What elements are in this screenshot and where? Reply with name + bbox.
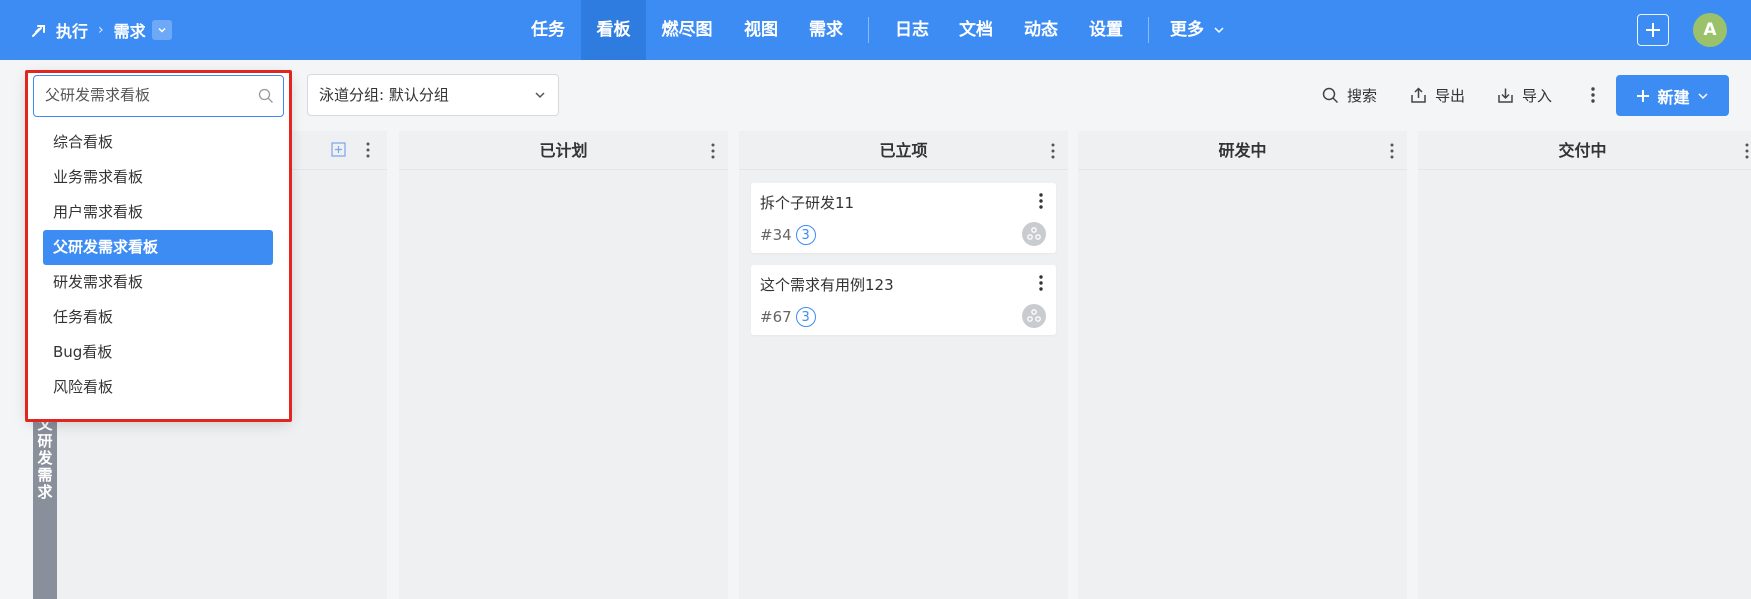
column-header: 研发中: [1078, 131, 1407, 170]
board-option[interactable]: 用户需求看板: [43, 195, 273, 230]
tab-more-label: 更多: [1170, 20, 1204, 40]
card-menu-icon[interactable]: [1038, 274, 1044, 292]
new-button[interactable]: 新建: [1616, 75, 1729, 116]
board-option[interactable]: Bug看板: [43, 335, 273, 370]
export-button[interactable]: 导出: [1410, 82, 1465, 108]
export-icon: [1411, 86, 1426, 103]
card-title[interactable]: 这个需求有用例123: [760, 274, 894, 295]
tab-view[interactable]: 视图: [734, 0, 788, 60]
card-menu-icon[interactable]: [1038, 192, 1044, 210]
export-label: 导出: [1435, 86, 1466, 105]
board-column: 研发中: [1078, 131, 1407, 599]
board-option[interactable]: 风险看板: [43, 370, 273, 405]
column-menu-icon[interactable]: [1050, 142, 1056, 160]
swimlane-label-text: 父研发需求: [37, 415, 53, 501]
search-button[interactable]: 搜索: [1322, 82, 1377, 108]
swimlane-group-value: 泳道分组: 默认分组: [319, 86, 449, 104]
card-count-badge: 3: [795, 225, 816, 245]
search-icon: [1322, 87, 1339, 103]
chevron-down-icon: [1697, 92, 1708, 99]
tab-settings[interactable]: 设置: [1079, 0, 1133, 60]
search-icon: [258, 88, 273, 103]
user-placeholder-icon: [1027, 227, 1041, 240]
tab-log[interactable]: 日志: [885, 0, 939, 60]
assignee-avatar[interactable]: [1022, 222, 1046, 246]
execution-icon: [32, 25, 45, 37]
import-icon: [1498, 88, 1513, 103]
import-label: 导入: [1522, 86, 1553, 105]
breadcrumb-separator-icon: ›: [98, 22, 104, 38]
user-placeholder-icon: [1027, 309, 1041, 322]
column-header: 已立项: [739, 131, 1068, 170]
card-id-text: #67: [760, 308, 792, 326]
board-option[interactable]: 业务需求看板: [43, 160, 273, 195]
column-menu-icon[interactable]: [1389, 142, 1395, 160]
story-card[interactable]: 这个需求有用例123 #67 3: [751, 265, 1056, 335]
chevron-down-icon: [158, 27, 166, 33]
board-option-selected[interactable]: 父研发需求看板: [43, 230, 273, 265]
board-column: 已计划: [399, 131, 728, 599]
breadcrumb-dropdown-button[interactable]: [151, 20, 172, 40]
breadcrumb-root[interactable]: 执行: [56, 18, 88, 42]
board-column: 交付中: [1418, 131, 1751, 599]
tab-kanban[interactable]: 看板: [581, 0, 646, 60]
swimlane-group-select[interactable]: 泳道分组: 默认分组: [307, 74, 559, 116]
card-title[interactable]: 拆个子研发11: [760, 192, 854, 213]
board-option[interactable]: 综合看板: [43, 125, 273, 160]
more-options-icon[interactable]: [1590, 86, 1596, 104]
story-card[interactable]: 拆个子研发11 #34 3: [751, 183, 1056, 253]
column-title: 研发中: [1218, 141, 1267, 160]
column-header: 已计划: [399, 131, 728, 170]
tab-more[interactable]: 更多: [1170, 0, 1236, 60]
avatar[interactable]: A: [1693, 13, 1727, 47]
expand-column-icon[interactable]: [331, 142, 346, 157]
tab-tasks[interactable]: 任务: [522, 0, 574, 60]
column-title: 已计划: [539, 141, 588, 160]
board-search-input[interactable]: 父研发需求看板: [33, 75, 284, 117]
global-add-button[interactable]: [1637, 14, 1669, 46]
card-id: #34 3: [760, 225, 816, 245]
tab-docs[interactable]: 文档: [949, 0, 1003, 60]
column-title: 已立项: [879, 141, 928, 160]
breadcrumb-current[interactable]: 需求: [114, 18, 146, 42]
nav-divider: [868, 17, 869, 43]
card-count-badge: 3: [795, 307, 816, 327]
top-navbar: 执行 › 需求 任务 看板 燃尽图 视图 需求 日志 文档 动态 设置 更多 A: [0, 0, 1751, 60]
card-id-text: #34: [760, 226, 792, 244]
board-option[interactable]: 任务看板: [43, 300, 273, 335]
swimlane-label: 父研发需求: [33, 410, 57, 599]
board-column: 已立项 拆个子研发11 #34 3 这个需求有用例123 #67 3: [739, 131, 1068, 599]
column-title: 交付中: [1558, 141, 1607, 160]
tab-activity[interactable]: 动态: [1014, 0, 1068, 60]
chevron-down-icon: [535, 92, 545, 99]
assignee-avatar[interactable]: [1022, 304, 1046, 328]
column-menu-icon[interactable]: [710, 142, 716, 160]
tab-requirements[interactable]: 需求: [799, 0, 853, 60]
board-option[interactable]: 研发需求看板: [43, 265, 273, 300]
plus-icon: [1637, 89, 1650, 102]
nav-divider: [1148, 17, 1149, 43]
search-label: 搜索: [1347, 86, 1378, 105]
board-switcher-dropdown: 父研发需求看板 综合看板 业务需求看板 用户需求看板 父研发需求看板 研发需求看…: [28, 73, 289, 419]
new-button-label: 新建: [1657, 87, 1690, 107]
board-search-value: 父研发需求看板: [45, 86, 151, 104]
card-id: #67 3: [760, 307, 816, 327]
chevron-down-icon: [1214, 27, 1224, 34]
column-header: 交付中: [1418, 131, 1751, 170]
plus-icon: [1646, 23, 1660, 37]
column-menu-icon[interactable]: [365, 141, 371, 159]
tab-burndown[interactable]: 燃尽图: [654, 0, 720, 60]
import-button[interactable]: 导入: [1497, 82, 1552, 108]
column-menu-icon[interactable]: [1744, 142, 1750, 160]
breadcrumb: 执行 › 需求: [30, 17, 172, 43]
